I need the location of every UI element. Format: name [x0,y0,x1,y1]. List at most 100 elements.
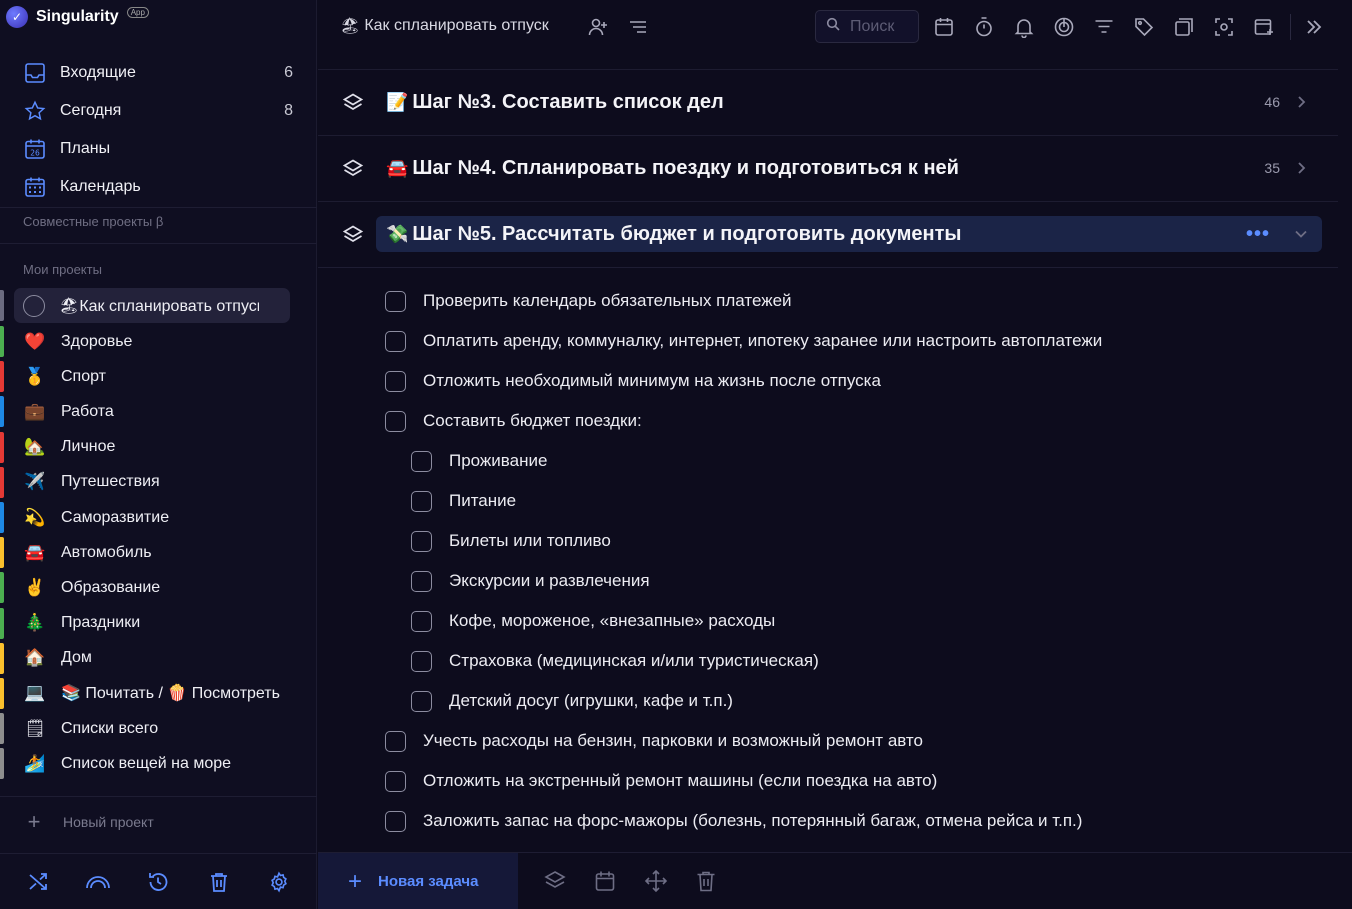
trash-icon[interactable] [694,869,718,893]
task-row[interactable]: Отложить на экстренный ремонт машины (ес… [385,768,937,794]
task-checkbox[interactable] [385,810,406,832]
move-icon[interactable] [644,869,668,893]
project-item[interactable]: 🥇 Спорт [0,359,317,394]
search-input[interactable] [850,17,920,36]
subtask-row[interactable]: Страховка (медицинская и/или туристическ… [411,648,819,674]
subtask-row[interactable]: Экскурсии и развлечения [411,568,650,594]
project-item[interactable]: 🚘 Автомобиль [0,535,317,570]
task-checkbox[interactable] [385,290,406,312]
task-checkbox[interactable] [385,730,406,752]
project-item[interactable]: ✈️ Путешествия [0,465,317,500]
project-item[interactable]: 💼 Работа [0,394,317,429]
task-label[interactable]: Проживание [449,451,547,471]
chevron-right-icon[interactable] [1294,95,1308,109]
trash-icon[interactable] [206,869,232,895]
project-item[interactable]: 🏠 Дом [0,641,317,676]
section-header[interactable]: 💸 Шаг №5. Рассчитать бюджет и подготовить… [376,216,1322,252]
pomodoro-icon[interactable] [1052,15,1076,39]
task-row[interactable]: Отложить необходимый минимум на жизнь по… [385,368,881,394]
subtask-row[interactable]: Питание [411,488,516,514]
layers-icon[interactable] [543,869,567,893]
task-label[interactable]: Страховка (медицинская и/или туристическ… [449,651,819,671]
project-item[interactable]: ✌️ Образование [0,570,317,605]
section-header[interactable]: 📝 Шаг №3. Составить список дел 46 [376,84,1322,120]
tag-icon[interactable] [1132,15,1156,39]
task-row[interactable]: Составить бюджет поездки: [385,408,642,434]
nav-item-inbox[interactable]: Входящие 6 [0,54,317,92]
double-chevron-right-icon[interactable] [1302,15,1326,39]
stopwatch-icon[interactable] [972,15,996,39]
shared-projects-label[interactable]: Совместные проекты β [23,214,163,229]
task-row[interactable]: Проверить календарь обязательных платеже… [385,288,792,314]
sort-icon[interactable] [626,15,650,39]
add-user-icon[interactable] [586,15,610,39]
project-item[interactable]: 💫 Саморазвитие [0,500,317,535]
nav-item-calendar[interactable]: Календарь [0,168,317,206]
task-label[interactable]: Составить бюджет поездки: [423,411,642,431]
task-checkbox[interactable] [411,690,432,712]
chevron-down-icon[interactable] [1294,227,1308,241]
task-checkbox[interactable] [411,570,432,592]
task-checkbox[interactable] [411,490,432,512]
task-row[interactable]: Заложить запас на форс-мажоры (болезнь, … [385,808,1082,834]
task-section[interactable]: 📝 Шаг №3. Составить список дел 46 [318,69,1338,135]
search-box[interactable] [815,10,920,43]
task-label[interactable]: Кофе, мороженое, «внезапные» расходы [449,611,775,631]
rainbow-icon[interactable] [85,869,111,895]
project-item[interactable]: 🗒 Списки всего [0,711,317,746]
task-label[interactable]: Заложить запас на форс-мажоры (болезнь, … [423,811,1082,831]
more-options-icon[interactable]: ••• [1246,223,1270,246]
task-section[interactable]: 💸 Шаг №5. Рассчитать бюджет и подготовить… [318,201,1338,267]
task-row[interactable]: Учесть расходы на бензин, парковки и воз… [385,728,923,754]
subtask-row[interactable]: Кофе, мороженое, «внезапные» расходы [411,608,775,634]
task-label[interactable]: Учесть расходы на бензин, парковки и воз… [423,731,923,751]
section-header[interactable]: 🚘 Шаг №4. Спланировать поездку и подготов… [376,150,1322,186]
project-item[interactable]: ❤️ Здоровье [0,324,317,359]
task-checkbox[interactable] [411,530,432,552]
calendar-icon[interactable] [593,869,617,893]
project-item[interactable]: 🏄 Список вещей на море [0,746,317,781]
task-label[interactable]: Оплатить аренду, коммуналку, интернет, и… [423,331,1102,351]
task-checkbox[interactable] [385,770,406,792]
gear-icon[interactable] [266,869,292,895]
subtask-row[interactable]: Билеты или топливо [411,528,611,554]
cards-icon[interactable] [1172,15,1196,39]
task-checkbox[interactable] [385,330,406,352]
project-item[interactable]: 🏡 Личное [0,430,317,465]
focus-icon[interactable] [1212,15,1236,39]
layers-icon[interactable] [342,92,364,114]
task-checkbox[interactable] [385,370,406,392]
brand[interactable]: ✓ Singularity App [6,4,149,30]
layers-icon[interactable] [342,224,364,246]
project-item[interactable]: 🎄 Праздники [0,606,317,641]
project-item[interactable]: 🏖Как спланировать отпуск [0,288,317,324]
layers-icon[interactable] [342,158,364,180]
task-checkbox[interactable] [411,450,432,472]
task-label[interactable]: Отложить на экстренный ремонт машины (ес… [423,771,937,791]
task-checkbox[interactable] [385,410,406,432]
shuffle-icon[interactable] [25,869,51,895]
project-item[interactable]: 💻 📚 Почитать / 🍿 Посмотреть [0,676,317,711]
subtask-row[interactable]: Проживание [411,448,547,474]
add-window-icon[interactable] [1252,15,1276,39]
new-project-button[interactable]: + Новый проект [23,809,154,835]
task-label[interactable]: Детский досуг (игрушки, кафе и т.п.) [449,691,733,711]
new-task-button[interactable]: + Новая задача [318,853,518,909]
task-checkbox[interactable] [411,610,432,632]
bell-icon[interactable] [1012,15,1036,39]
project-title[interactable]: 🏖 Как спланировать отпуск [340,16,549,36]
task-row[interactable]: Оплатить аренду, коммуналку, интернет, и… [385,328,1102,354]
task-section[interactable]: 🚘 Шаг №4. Спланировать поездку и подготов… [318,135,1338,201]
task-label[interactable]: Билеты или топливо [449,531,611,551]
calendar-icon[interactable] [932,15,956,39]
task-label[interactable]: Экскурсии и развлечения [449,571,650,591]
task-checkbox[interactable] [411,650,432,672]
task-label[interactable]: Проверить календарь обязательных платеже… [423,291,792,311]
subtask-row[interactable]: Детский досуг (игрушки, кафе и т.п.) [411,688,733,714]
filter-icon[interactable] [1092,15,1116,39]
nav-item-plans[interactable]: 26 Планы [0,130,317,168]
task-label[interactable]: Питание [449,491,516,511]
nav-item-today[interactable]: Сегодня 8 [0,92,317,130]
history-icon[interactable] [145,869,171,895]
task-label[interactable]: Отложить необходимый минимум на жизнь по… [423,371,881,391]
